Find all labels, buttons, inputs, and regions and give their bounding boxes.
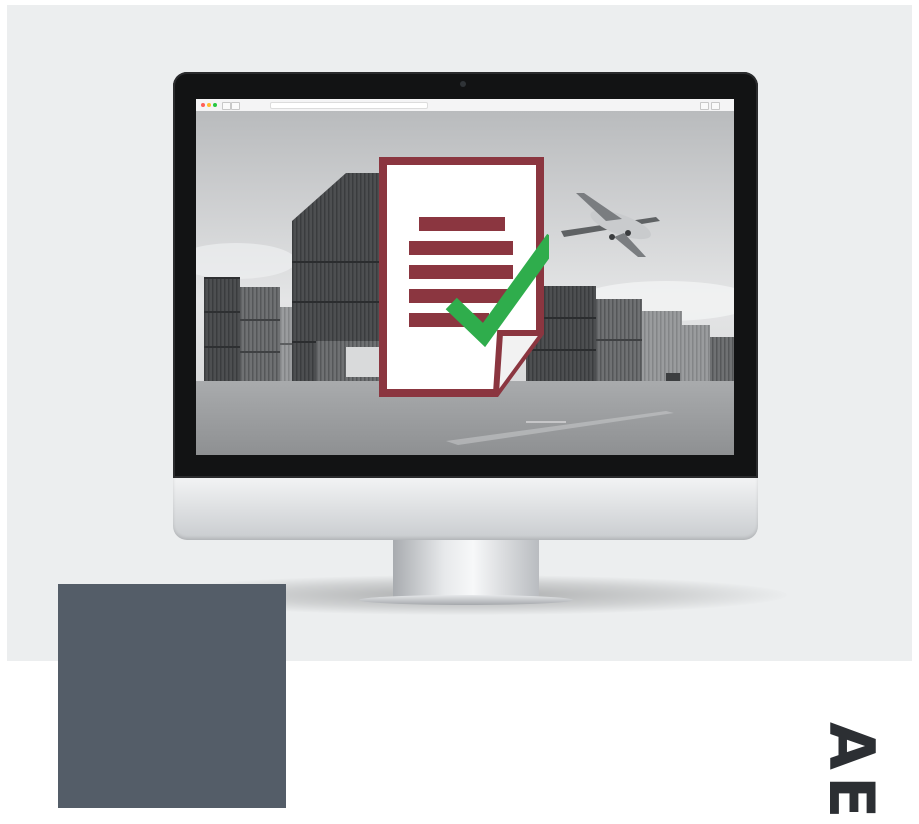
side-title: AE [815,722,888,824]
monitor-chin [173,478,758,540]
address-bar [270,102,428,109]
share-icon [700,102,709,110]
monitor-screen [196,99,734,455]
webcam-dot [460,81,466,87]
monitor-stand-base [359,595,573,605]
close-window-dot [201,103,205,107]
monitor-stand [393,540,539,600]
hero-banner [7,5,912,661]
new-tab-icon [711,102,720,110]
back-icon [222,102,231,110]
overlay-panel [58,584,286,808]
minimize-window-dot [207,103,211,107]
maximize-window-dot [213,103,217,107]
document-check-icon [379,157,549,397]
forward-icon [231,102,240,110]
